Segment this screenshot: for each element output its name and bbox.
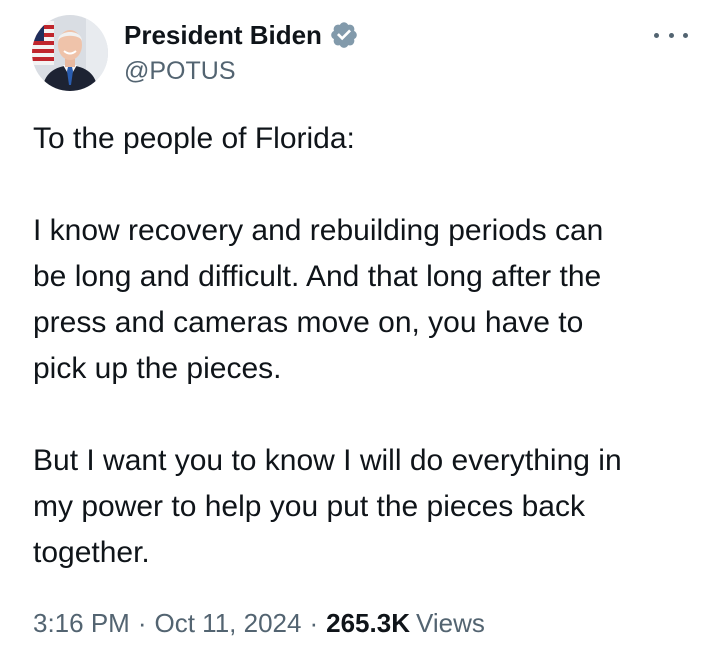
more-dot: [683, 32, 688, 38]
tweet-text: To the people of Florida: I know recover…: [33, 116, 693, 576]
tweet-meta: 3:16 PM · Oct 11, 2024 · 265.3K Views: [33, 608, 485, 639]
tweet-line: I know recovery and rebuilding periods c…: [33, 214, 604, 247]
tweet-line: together.: [33, 536, 150, 569]
more-options-icon[interactable]: [654, 24, 688, 46]
tweet-time[interactable]: 3:16 PM: [33, 608, 130, 639]
more-dot: [668, 32, 674, 38]
meta-separator: ·: [309, 608, 319, 638]
meta-separator: ·: [137, 608, 147, 638]
author-display-name[interactable]: President Biden: [124, 20, 322, 51]
tweet-line: pick up the pieces.: [33, 352, 282, 385]
tweet-line: To the people of Florida:: [33, 122, 355, 155]
author-name-row[interactable]: President Biden: [124, 18, 359, 52]
tweet-date[interactable]: Oct 11, 2024: [155, 608, 302, 639]
verified-badge-icon[interactable]: [329, 20, 359, 50]
views-count: 265.3K: [326, 608, 410, 638]
tweet-line: be long and difficult. And that long aft…: [33, 260, 602, 293]
tweet: President Biden @POTUS To the people of …: [0, 0, 720, 654]
tweet-line: my power to help you put the pieces back: [33, 490, 585, 523]
tweet-line: But I want you to know I will do everyth…: [33, 444, 622, 477]
views-label: Views: [415, 608, 485, 638]
author-handle[interactable]: @POTUS: [124, 57, 236, 86]
avatar[interactable]: [32, 15, 108, 91]
more-dot: [654, 32, 659, 38]
tweet-line: press and cameras move on, you have to: [33, 306, 584, 339]
avatar-image: [32, 15, 108, 91]
